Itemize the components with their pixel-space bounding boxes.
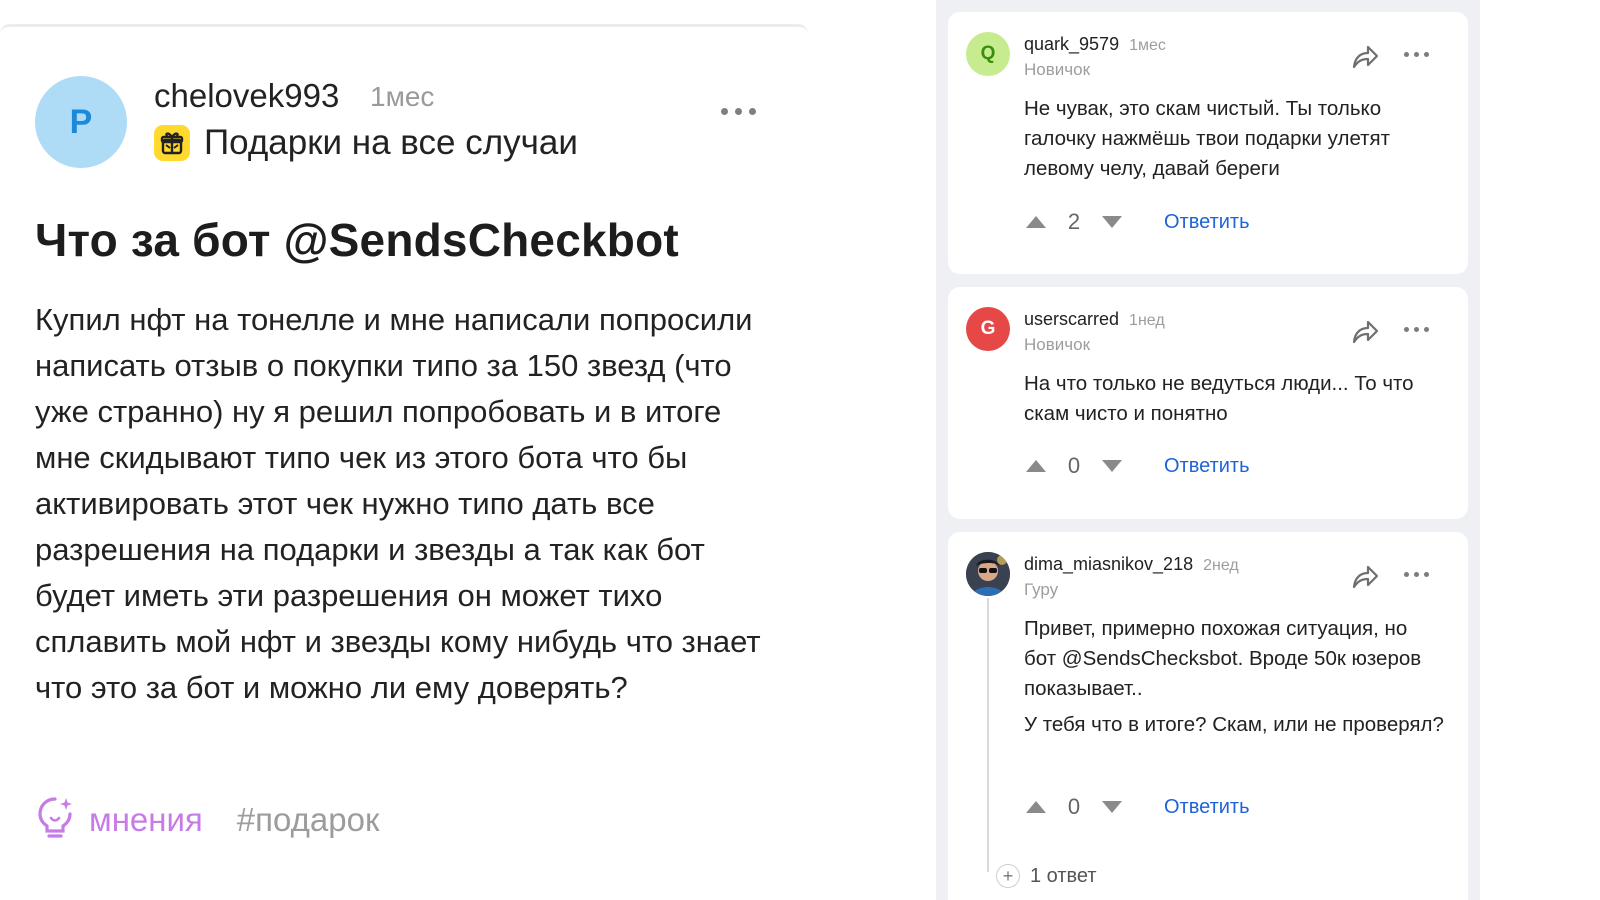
vote-row: 0 Ответить [1024,453,1250,479]
gift-icon [154,125,190,161]
tag-opinions-label: мнения [89,800,203,838]
group-name: Подарки на все случаи [204,123,578,162]
post-time: 1мес [370,81,435,112]
comment-time: 2нед [1203,557,1239,574]
reply-button[interactable]: Ответить [1164,455,1250,478]
upvote-icon[interactable] [1024,796,1048,818]
more-dots-icon[interactable] [716,101,760,121]
comment-text: У тебя что в итоге? Скам, или не проверя… [1024,713,1444,736]
comment-avatar[interactable] [966,552,1010,596]
comment-author-row[interactable]: userscarred 1нед [1024,309,1165,330]
comment-author-row[interactable]: dima_miasnikov_218 2нед [1024,554,1239,575]
downvote-icon[interactable] [1100,796,1124,818]
share-icon[interactable] [1350,317,1380,347]
comment-rank: Новичок [1024,60,1091,79]
vote-row: 2 Ответить [1024,209,1250,235]
comments-panel: Q quark_9579 1мес Новичок Не чувак, это с… [936,0,1480,900]
upvote-icon[interactable] [1024,211,1048,233]
bulb-icon [35,795,75,844]
more-dots-icon[interactable] [1402,323,1430,335]
replies-count: 1 ответ [1030,864,1097,887]
comment-avatar[interactable]: Q [966,32,1010,76]
comment-author-row[interactable]: quark_9579 1мес [1024,34,1166,55]
vote-row: 0 Ответить [1024,794,1250,820]
author-avatar[interactable]: P [35,76,127,168]
post-card: P chelovek993 1мес Подарки на все случаи… [0,24,808,900]
tag-hash[interactable]: #подарок [237,801,380,839]
comment-avatar[interactable]: G [966,307,1010,351]
comment-text: Не чувак, это скам чистый. Ты только гал… [1024,97,1391,180]
comment-author[interactable]: dima_miasnikov_218 [1024,554,1193,574]
reply-button[interactable]: Ответить [1164,211,1250,234]
comment-author[interactable]: quark_9579 [1024,34,1119,54]
upvote-icon[interactable] [1024,455,1048,477]
comment-time: 1мес [1129,37,1166,54]
more-dots-icon[interactable] [1402,568,1430,580]
downvote-icon[interactable] [1100,455,1124,477]
comment-text: Привет, примерно похожая ситуация, но бо… [1024,617,1422,700]
post-title: Что за бот @SendsCheckbot [35,214,679,266]
tag-opinions[interactable]: мнения [35,795,203,844]
comment-card: dima_miasnikov_218 2нед Гуру Привет, прим… [948,532,1468,900]
vote-count: 2 [1067,209,1081,234]
downvote-icon[interactable] [1100,211,1124,233]
post-tags: мнения #подарок [35,795,379,844]
reply-button[interactable]: Ответить [1164,796,1250,819]
comment-text: На что только не ведуться люди... То что… [1024,372,1414,425]
comment-card: G userscarred 1нед Новичок На что только … [948,287,1468,519]
thread-line [987,598,989,872]
vote-count: 0 [1067,794,1081,819]
comment-card: Q quark_9579 1мес Новичок Не чувак, это с… [948,12,1468,274]
comment-author[interactable]: userscarred [1024,309,1119,329]
vote-count: 0 [1067,453,1081,478]
share-icon[interactable] [1350,562,1380,592]
plus-icon: + [996,864,1020,888]
show-replies-button[interactable]: + 1 ответ [996,864,1097,888]
share-icon[interactable] [1350,42,1380,72]
comment-time: 1нед [1129,312,1165,329]
comment-rank: Новичок [1024,335,1091,354]
more-dots-icon[interactable] [1402,48,1430,60]
post-body: Купил нфт на тонелле и мне написали попр… [35,302,761,705]
comment-rank: Гуру [1024,580,1059,599]
post-author[interactable]: chelovek993 [154,77,339,115]
page-margin [1480,0,1600,900]
group-link[interactable]: Подарки на все случаи [154,123,578,163]
